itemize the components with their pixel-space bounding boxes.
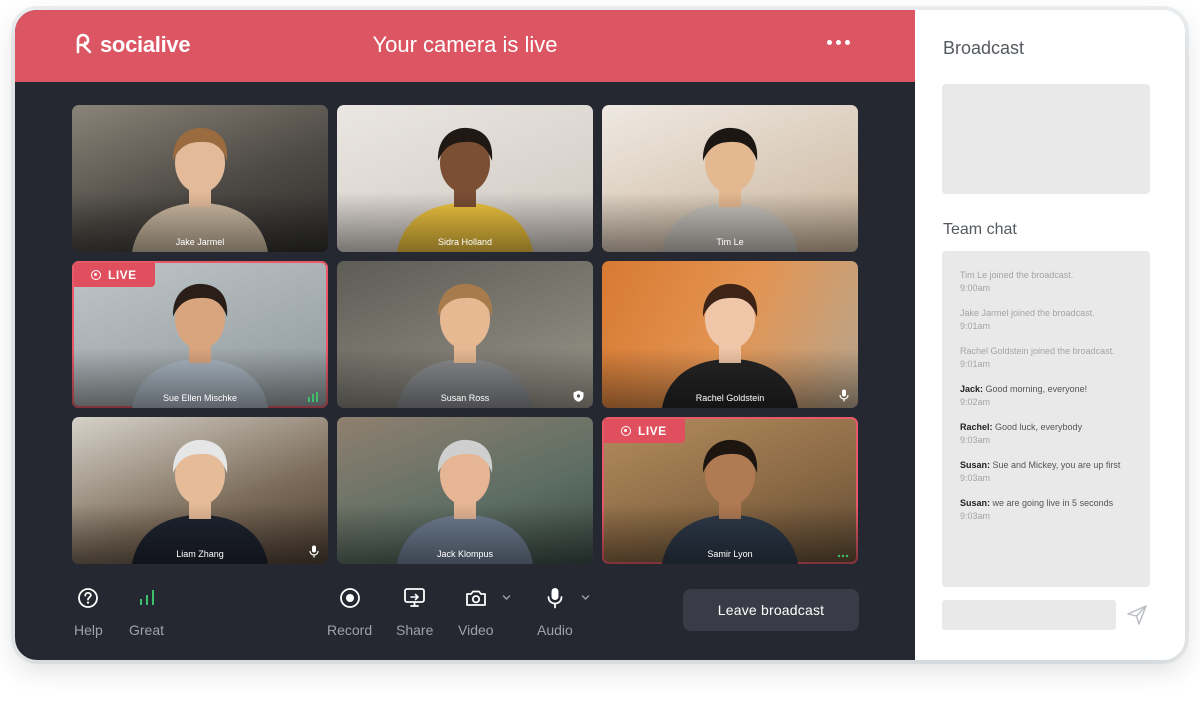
participant-name: Samir Lyon (707, 549, 753, 559)
app-window: socialive Your camera is live Jake Jarme… (15, 10, 1185, 660)
video-options-chevron-down-icon[interactable] (502, 593, 511, 602)
team-chat-heading: Team chat (943, 221, 1017, 238)
chat-message: Tim Le joined the broadcast. 9:00am (960, 270, 1074, 293)
record-dot-icon (91, 270, 101, 280)
audio-dots-icon (837, 554, 849, 558)
top-bar: socialive Your camera is live (15, 10, 915, 82)
participant-name: Liam Zhang (176, 549, 224, 559)
microphone-icon (547, 588, 563, 609)
participant-tile[interactable]: Samir Lyon LIVE (602, 417, 858, 564)
record-icon (339, 588, 360, 608)
participant-tile[interactable]: Sidra Holland (337, 105, 593, 252)
participant-tile[interactable]: Sue Ellen Mischke LIVE (72, 261, 328, 408)
live-badge: LIVE (74, 263, 155, 287)
participant-name: Rachel Goldstein (695, 393, 765, 403)
broadcast-preview (942, 84, 1150, 194)
chat-message: Jack: Good morning, everyone! 9:02am (960, 384, 1088, 407)
sidebar: Broadcast Team chat Tim Le joined the br… (915, 10, 1185, 660)
video-button[interactable]: Video (458, 585, 494, 638)
participant-name: Sue Ellen Mischke (162, 393, 238, 403)
participant-name: Jack Klompus (436, 549, 494, 559)
participant-tile[interactable]: Susan Ross (337, 261, 593, 408)
send-icon[interactable] (1126, 604, 1148, 626)
participant-grid: Jake Jarmel Sidra Holland Tim Le Sue Ell… (72, 105, 858, 565)
participant-name: Sidra Holland (437, 237, 493, 247)
participant-tile[interactable]: Jake Jarmel (72, 105, 328, 252)
audio-options-chevron-down-icon[interactable] (581, 593, 590, 602)
participant-name: Tim Le (716, 237, 744, 247)
shield-icon (573, 390, 584, 402)
camera-icon (465, 590, 486, 606)
chat-message: Jake Jarmel joined the broadcast. 9:01am (960, 308, 1095, 331)
more-options-icon[interactable] (827, 40, 850, 45)
participant-tile[interactable]: Liam Zhang (72, 417, 328, 564)
participant-tile[interactable]: Jack Klompus (337, 417, 593, 564)
record-button[interactable]: Record (327, 585, 372, 638)
leave-broadcast-button[interactable]: Leave broadcast (683, 589, 859, 631)
chat-message: Susan: we are going live in 5 seconds 9:0… (960, 498, 1114, 521)
chat-log: Tim Le joined the broadcast. 9:00am Jake … (942, 251, 1150, 587)
chat-message: Susan: Sue and Mickey, you are up first 9… (960, 460, 1121, 483)
broadcast-heading: Broadcast (943, 38, 1025, 58)
chat-input[interactable] (942, 600, 1116, 630)
video-panel: socialive Your camera is live Jake Jarme… (15, 10, 915, 660)
participant-name: Jake Jarmel (175, 237, 225, 247)
page-title: Your camera is live (372, 32, 558, 57)
audio-signal-icon (308, 392, 318, 402)
participant-tile[interactable]: Tim Le (602, 105, 858, 252)
participant-name: Susan Ross (440, 393, 490, 403)
connection-status[interactable]: Great (129, 585, 164, 638)
record-dot-icon (621, 426, 631, 436)
chat-message: Rachel: Good luck, everybody 9:03am (960, 422, 1083, 445)
chat-message: Rachel Goldstein joined the broadcast. 9:… (960, 346, 1115, 369)
audio-button[interactable]: Audio (537, 585, 573, 638)
mic-icon (839, 389, 849, 402)
live-badge: LIVE (604, 419, 685, 443)
help-button[interactable]: Help (74, 585, 103, 638)
signal-bars-icon (139, 590, 154, 605)
mic-icon (309, 545, 319, 558)
share-screen-icon (403, 588, 425, 607)
participant-tile[interactable]: Rachel Goldstein (602, 261, 858, 408)
share-screen-button[interactable]: Share (396, 585, 433, 638)
help-icon (78, 588, 99, 608)
